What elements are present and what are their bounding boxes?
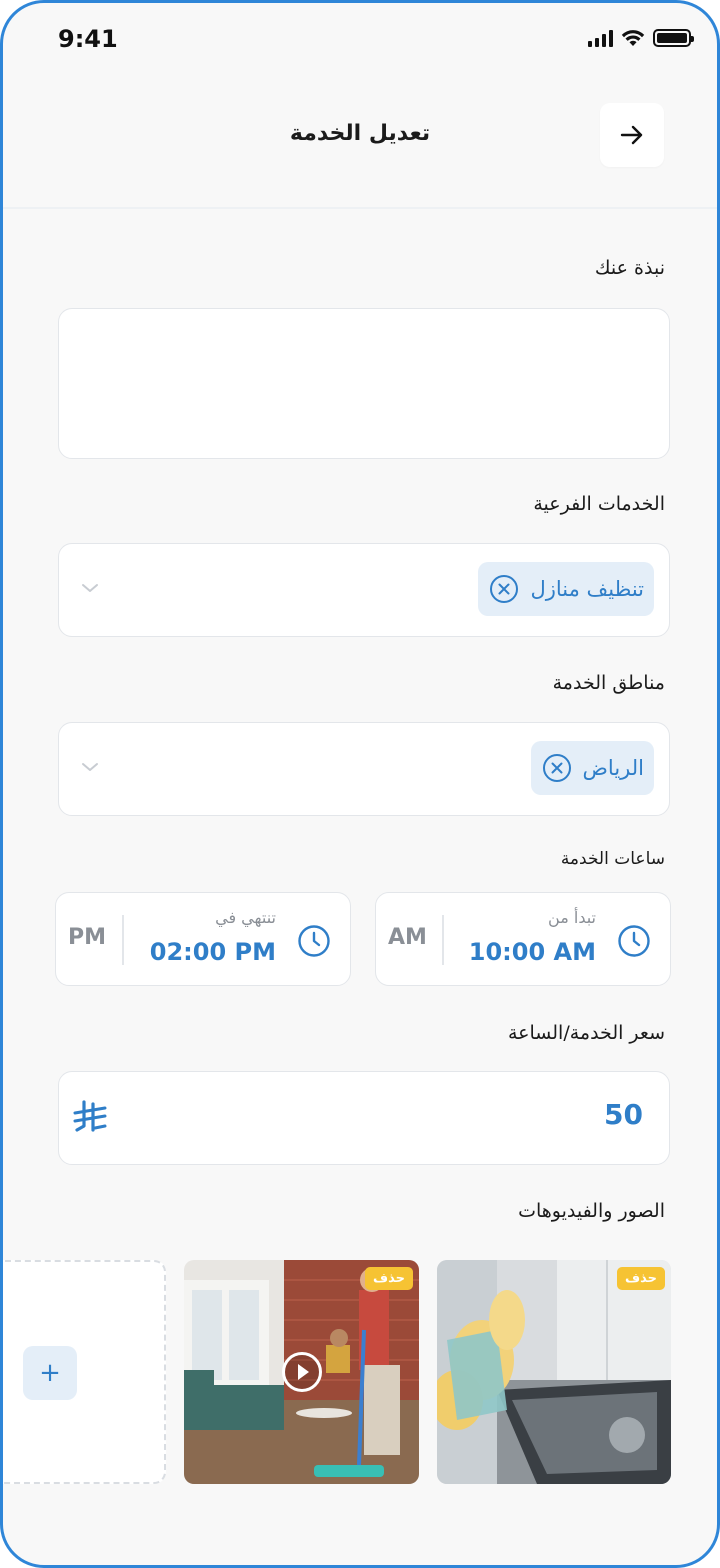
start-time-label: تبدأ من (548, 908, 596, 927)
service-areas-label: مناطق الخدمة (552, 672, 665, 694)
sub-services-label: الخدمات الفرعية (533, 493, 665, 515)
price-value: 50 (604, 1098, 643, 1131)
remove-chip-button[interactable] (490, 575, 519, 603)
end-time-value: 02:00 PM (149, 938, 276, 966)
start-time-value: 10:00 AM (468, 938, 596, 966)
play-icon (298, 1364, 309, 1380)
sub-services-select[interactable]: تنظيف منازل (58, 543, 670, 637)
oven-cleaning-photo (437, 1260, 671, 1484)
header: تعديل الخدمة (3, 73, 717, 209)
about-textarea[interactable] (58, 308, 670, 459)
end-period[interactable]: PM (68, 925, 106, 950)
wifi-icon (621, 30, 645, 46)
price-input[interactable]: 50 (58, 1071, 670, 1165)
divider (122, 915, 124, 965)
close-icon (551, 762, 563, 774)
end-time-picker[interactable]: تنتهي في 02:00 PM PM (55, 892, 351, 986)
play-button[interactable] (282, 1352, 322, 1392)
arrow-right-icon (620, 125, 643, 145)
clock-icon (298, 925, 330, 957)
chevron-down-icon[interactable] (81, 761, 99, 773)
status-time: 9:41 (58, 25, 118, 53)
add-media-button[interactable]: + (23, 1346, 77, 1400)
sub-service-chip: تنظيف منازل (478, 562, 654, 616)
service-area-chip: الرياض (530, 741, 654, 795)
close-icon (498, 583, 510, 595)
delete-media-button[interactable]: حذف (617, 1267, 665, 1290)
upload-media-slot: + (3, 1260, 166, 1484)
media-thumbnail[interactable]: حذف (184, 1260, 419, 1484)
price-label: سعر الخدمة/الساعة (507, 1022, 665, 1044)
media-thumbnail[interactable]: حذف (437, 1260, 671, 1484)
delete-media-button[interactable]: حذف (365, 1267, 413, 1290)
status-icons (588, 29, 694, 47)
clock-icon (618, 925, 650, 957)
start-time-picker[interactable]: تبدأ من 10:00 AM AM (375, 892, 671, 986)
chevron-down-icon[interactable] (81, 582, 99, 594)
saudi-riyal-icon (73, 1100, 107, 1132)
end-time-label: تنتهي في (215, 908, 276, 927)
chip-label: الرياض (582, 756, 644, 780)
divider (442, 915, 444, 965)
service-areas-select[interactable]: الرياض (58, 722, 670, 816)
back-button[interactable] (600, 103, 664, 167)
chip-label: تنظيف منازل (530, 577, 644, 601)
phone-frame: 9:41 تعديل الخدمة نبذة عنك الخدمات الفرع… (0, 0, 720, 1568)
start-period[interactable]: AM (388, 925, 427, 950)
battery-icon (653, 29, 694, 47)
remove-chip-button[interactable] (542, 754, 571, 782)
about-label: نبذة عنك (594, 257, 665, 279)
service-hours-label: ساعات الخدمة (560, 849, 665, 869)
signal-icon (588, 29, 613, 47)
media-label: الصور والفيديوهات (518, 1200, 665, 1222)
